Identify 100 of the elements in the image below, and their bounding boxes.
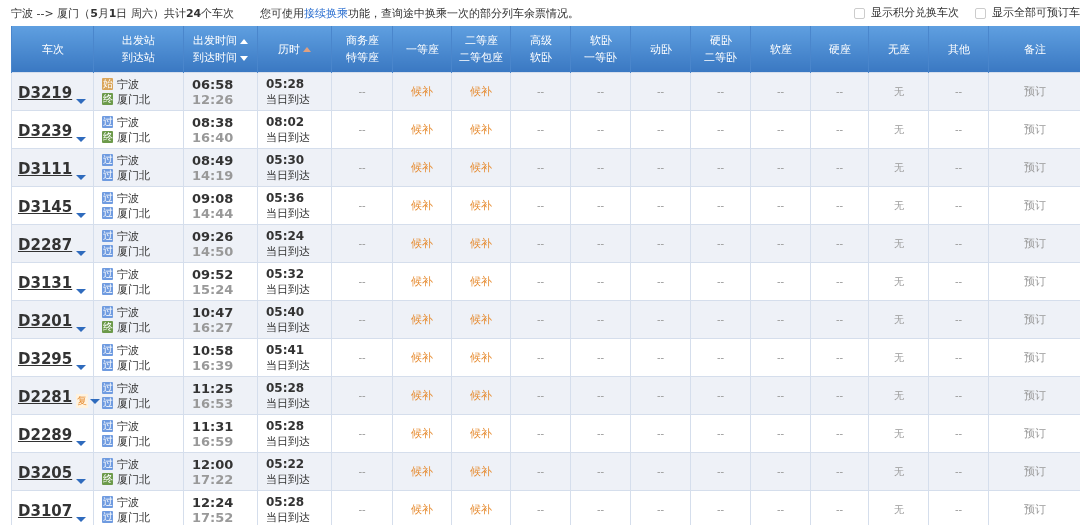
station-badge: 终 [102, 321, 113, 333]
table-cell: 无 [868, 262, 929, 301]
column-header[interactable]: 二等座 二等包座 [451, 26, 511, 73]
column-header[interactable]: 软座 [750, 26, 811, 73]
table-cell: 候补 [451, 262, 511, 301]
table-cell: -- [630, 452, 691, 491]
checkbox[interactable] [854, 7, 865, 19]
table-cell: 无 [868, 338, 929, 377]
station-badge: 过 [102, 268, 113, 280]
caret-icon[interactable] [76, 479, 87, 484]
column-header[interactable]: 其他 [928, 26, 989, 73]
column-header[interactable]: 硬座 [810, 26, 869, 73]
caret-icon[interactable] [76, 327, 87, 332]
table-cell: -- [810, 186, 869, 225]
departure-time: 12:24 [192, 494, 235, 510]
table-cell: -- [750, 110, 811, 149]
table-cell: -- [810, 452, 869, 491]
station-name: 宁波 [117, 114, 139, 130]
caret-icon[interactable] [76, 517, 87, 522]
table-cell: 候补 [451, 72, 511, 111]
station-name: 厦门北 [117, 243, 150, 259]
table-cell: 无 [868, 110, 929, 149]
table-cell: -- [690, 338, 751, 377]
station-name: 厦门北 [117, 281, 150, 297]
table-cell: -- [750, 262, 811, 301]
station-name: 厦门北 [117, 129, 150, 145]
table-cell: -- [750, 376, 811, 415]
column-header[interactable]: 一等座 [392, 26, 452, 73]
arrival-day-text: 当日到达 [266, 205, 311, 221]
table-cell: -- [630, 186, 691, 225]
table-cell: -- [750, 414, 811, 453]
table-cell: -- [331, 72, 393, 111]
station-badge: 过 [102, 245, 113, 257]
table-cell: -- [510, 452, 571, 491]
table-cell: -- [750, 338, 811, 377]
station-badge: 过 [102, 511, 113, 523]
table-cell: -- [690, 262, 751, 301]
table-cell: 候补 [392, 300, 452, 339]
column-header[interactable]: 历时 [257, 26, 332, 73]
table-cell: -- [810, 300, 869, 339]
table-cell: -- [690, 72, 751, 111]
station-badge: 过 [102, 420, 113, 432]
table-cell: -- [630, 338, 691, 377]
table-cell: 无 [868, 300, 929, 339]
column-header[interactable]: 车次 [11, 26, 94, 73]
table-cell: -- [570, 300, 631, 339]
table-cell: 候补 [392, 452, 452, 491]
table-cell: -- [570, 376, 631, 415]
table-cell: -- [570, 414, 631, 453]
column-header[interactable]: 无座 [868, 26, 929, 73]
table-cell: -- [570, 186, 631, 225]
table-cell: -- [690, 452, 751, 491]
station-badge: 过 [102, 435, 113, 447]
duration-text: 05:32 [266, 266, 306, 282]
table-cell: -- [810, 376, 869, 415]
column-header[interactable]: 出发时间 到达时间 [183, 26, 258, 73]
column-header[interactable]: 硬卧 二等卧 [690, 26, 751, 73]
duration-text: 05:28 [266, 380, 306, 396]
station-badge: 过 [102, 306, 113, 318]
train-number-link[interactable]: D2281 [18, 388, 73, 406]
table-cell: -- [331, 110, 393, 149]
station-name: 厦门北 [117, 433, 150, 449]
station-badge: 始 [102, 78, 113, 90]
duration-text: 05:24 [266, 228, 306, 244]
caret-icon[interactable] [76, 175, 87, 180]
caret-icon[interactable] [76, 213, 87, 218]
table-cell: 候补 [451, 224, 511, 263]
table-cell: -- [928, 300, 989, 339]
station-name: 宁波 [117, 304, 139, 320]
caret-icon[interactable] [76, 137, 87, 142]
arrival-time: 14:44 [192, 205, 235, 221]
column-header[interactable]: 备注 [988, 26, 1080, 73]
table-cell: -- [750, 300, 811, 339]
table-cell: 候补 [392, 262, 452, 301]
checkbox[interactable] [975, 7, 986, 19]
caret-icon[interactable] [76, 99, 87, 104]
table-cell: -- [630, 414, 691, 453]
table-cell: -- [510, 338, 571, 377]
departure-time: 12:00 [192, 456, 235, 472]
arrival-day-text: 当日到达 [266, 471, 311, 487]
duration-text: 05:30 [266, 152, 306, 168]
column-header[interactable]: 高级 软卧 [510, 26, 571, 73]
column-header[interactable]: 商务座 特等座 [331, 26, 393, 73]
transfer-link[interactable]: 接续换乘 [304, 6, 349, 20]
table-cell: 候补 [392, 414, 452, 453]
table-cell: -- [928, 224, 989, 263]
station-badge: 过 [102, 397, 113, 409]
table-cell: -- [331, 338, 393, 377]
caret-icon[interactable] [76, 365, 87, 370]
table-cell: 无 [868, 452, 929, 491]
table-cell: -- [570, 452, 631, 491]
caret-icon[interactable] [76, 441, 87, 446]
column-header[interactable]: 出发站 到达站 [93, 26, 184, 73]
column-header[interactable]: 软卧 一等卧 [570, 26, 631, 73]
caret-icon[interactable] [76, 289, 87, 294]
table-cell: 候补 [451, 338, 511, 377]
column-header[interactable]: 动卧 [630, 26, 691, 73]
caret-icon[interactable] [76, 251, 87, 256]
departure-time: 08:49 [192, 152, 235, 168]
arrival-day-text: 当日到达 [266, 433, 311, 449]
